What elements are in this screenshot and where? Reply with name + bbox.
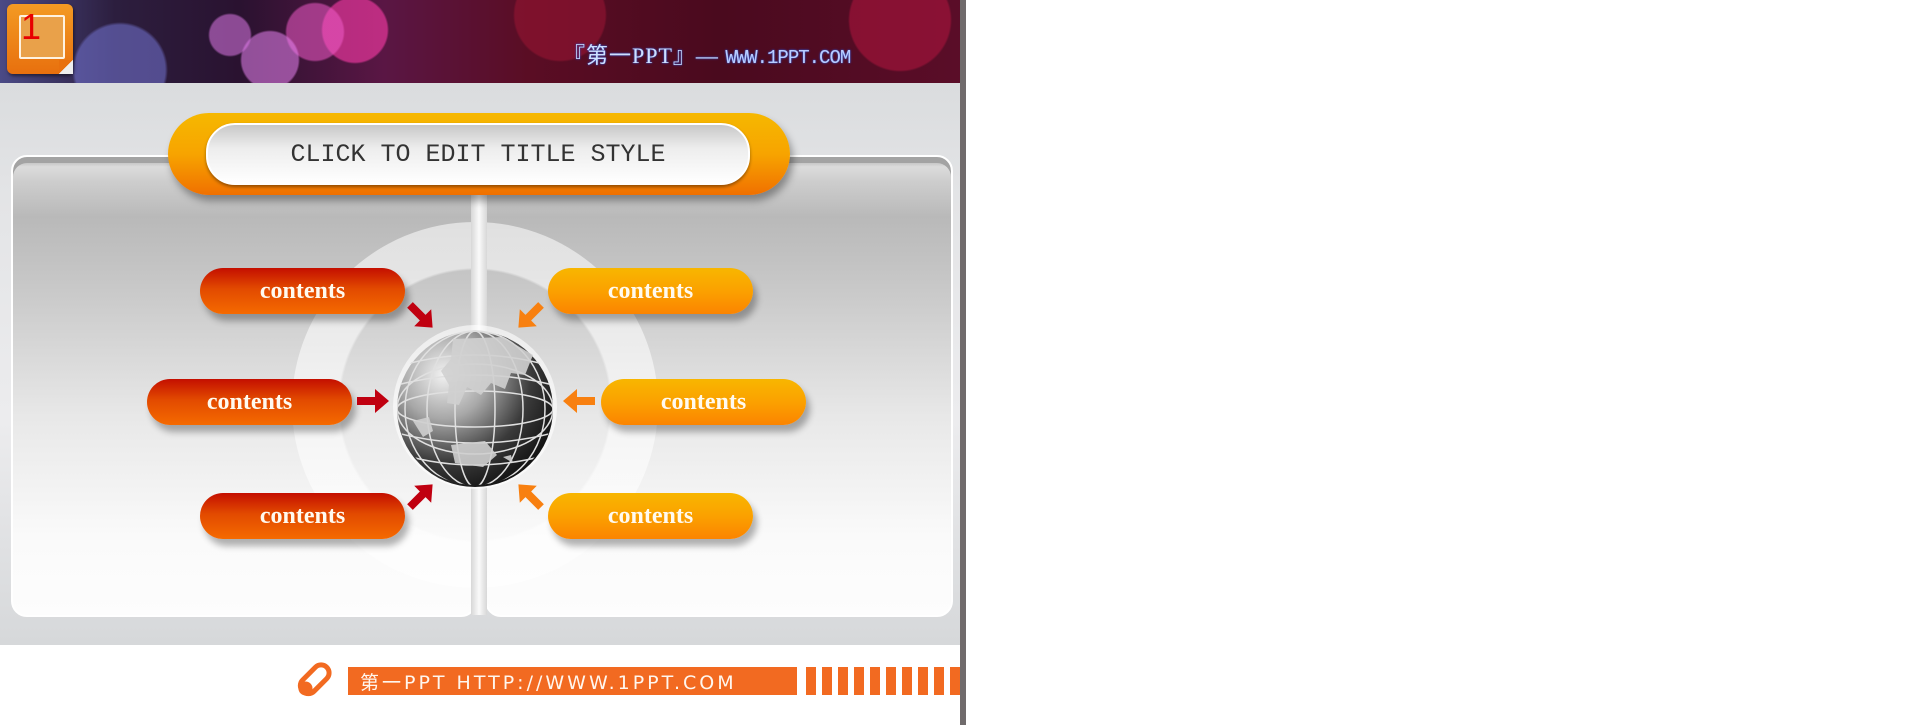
footer-stripe [950, 667, 960, 695]
right-content-pill-3[interactable]: contents [548, 493, 753, 539]
header-brand-text: 『第一PPT』— [563, 43, 719, 68]
globe-icon [393, 325, 557, 489]
slide-number: 1 [21, 6, 42, 47]
right-content-pill-2[interactable]: contents [601, 379, 806, 425]
footer-stripe [870, 667, 880, 695]
title-frame: CLICK TO EDIT TITLE STYLE [168, 113, 790, 195]
title-text[interactable]: CLICK TO EDIT TITLE STYLE [290, 140, 665, 169]
header-url: WWW.1PPT.COM [725, 47, 851, 69]
pencil-icon [297, 662, 332, 697]
left-content-pill-1[interactable]: contents [200, 268, 405, 314]
footer-stripe [902, 667, 912, 695]
footer-stripe [854, 667, 864, 695]
header-banner: 1 『第一PPT』— WWW.1PPT.COM [0, 0, 960, 83]
arrow-left-icon [563, 389, 595, 413]
footer-stripe [918, 667, 928, 695]
footer-band: 第一PPT HTTP://WWW.1PPT.COM [348, 667, 797, 695]
footer-stripe [822, 667, 832, 695]
arrow-right-icon [357, 389, 389, 413]
footer-stripe [806, 667, 816, 695]
left-content-pill-2[interactable]: contents [147, 379, 352, 425]
slide: 1 『第一PPT』— WWW.1PPT.COM CLICK TO EDIT TI… [0, 0, 960, 725]
right-content-pill-1[interactable]: contents [548, 268, 753, 314]
title-placeholder[interactable]: CLICK TO EDIT TITLE STYLE [206, 123, 750, 185]
presentation-icon: 1 [7, 4, 73, 74]
header-brand: 『第一PPT』— WWW.1PPT.COM [563, 38, 851, 70]
slide-edge-scrollbar[interactable] [960, 0, 966, 725]
footer-text: 第一PPT HTTP://WWW.1PPT.COM [360, 671, 737, 694]
footer-stripe [838, 667, 848, 695]
footer-stripe [886, 667, 896, 695]
left-content-pill-3[interactable]: contents [200, 493, 405, 539]
footer-stripe [934, 667, 944, 695]
page-fold [59, 60, 73, 74]
